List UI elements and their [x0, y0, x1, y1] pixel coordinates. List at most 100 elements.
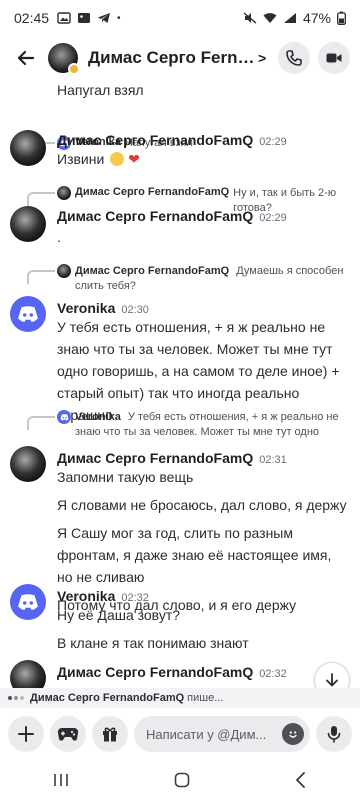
activities-button[interactable]	[50, 716, 86, 752]
message-avatar[interactable]	[10, 660, 46, 688]
message-author[interactable]: Димас Серго FernandoFamQ	[57, 132, 253, 148]
telegram-icon	[98, 13, 111, 23]
message-line: Извини	[57, 151, 105, 167]
status-right: 47%	[243, 10, 346, 26]
home-icon[interactable]	[173, 771, 191, 789]
reply-reference[interactable]: Димас Серго FernandoFamQ Думаешь я спосо…	[27, 264, 349, 294]
gift-button[interactable]	[92, 716, 128, 752]
channel-header: Димас Серго FernandoFamQ >	[0, 36, 360, 80]
status-time: 02:45	[14, 10, 50, 26]
message-avatar[interactable]	[10, 446, 46, 482]
message-timestamp: 02:30	[121, 304, 149, 316]
message-timestamp: 02:29	[259, 136, 287, 148]
message-author[interactable]: Димас Серго FernandoFamQ	[57, 664, 253, 680]
message-line: Я Сашу мог за год, слить по разным фронт…	[57, 525, 332, 585]
microphone-icon	[327, 726, 341, 743]
idle-status-icon	[68, 63, 80, 75]
message-header: Veronika 02:30	[57, 300, 149, 316]
chevron-right-icon[interactable]: >	[258, 50, 266, 66]
heart-emoji-icon: ❤	[128, 151, 140, 167]
message-line: У тебя есть отношения, + я ж реально не …	[57, 319, 340, 423]
header-title[interactable]: Димас Серго FernandoFamQ	[88, 48, 256, 68]
message-content[interactable]: .	[57, 226, 349, 248]
reply-author: Veronika	[75, 411, 121, 423]
reply-text-wrap: Димас Серго FernandoFamQ Думаешь я спосо…	[75, 264, 349, 294]
add-attachment-button[interactable]	[8, 716, 44, 752]
message-header: Димас Серго FernandoFamQ 02:29	[57, 208, 287, 224]
message-line: Я словами не бросаюсь, дал слово, я держ…	[57, 497, 347, 513]
message-line: .	[57, 229, 61, 245]
dot-icon: •	[117, 12, 121, 24]
image-notification-icon	[78, 13, 91, 23]
mute-icon	[243, 12, 257, 24]
typing-indicator: Димас Серго FernandoFamQ пише...	[0, 688, 360, 708]
message-content[interactable]: Ну её Даша зовут? В клане я так понимаю …	[57, 604, 349, 654]
message-author[interactable]: Veronika	[57, 588, 115, 604]
discord-logo-icon	[18, 593, 38, 610]
phone-icon	[286, 50, 302, 66]
gamepad-icon	[57, 727, 79, 741]
smile-icon	[289, 731, 297, 738]
message-author[interactable]: Veronika	[57, 300, 115, 316]
typing-suffix: пише...	[187, 692, 224, 704]
message-composer: Написати у @Дим...	[0, 712, 360, 756]
reply-text-wrap: Veronika У тебя есть отношения, + я ж ре…	[75, 410, 349, 440]
battery-level: 47%	[302, 10, 331, 26]
back-button[interactable]	[10, 42, 42, 74]
message-avatar[interactable]	[10, 206, 46, 242]
arrow-down-icon	[326, 673, 338, 687]
battery-icon	[337, 11, 346, 25]
message-timestamp: 02:32	[121, 592, 149, 604]
reply-avatar	[57, 264, 71, 278]
status-bar: 02:45 • 47%	[0, 0, 360, 36]
message-input[interactable]: Написати у @Дим...	[134, 716, 310, 752]
gallery-icon	[57, 12, 71, 24]
message-list[interactable]: Напугал взял Veronika Напугал взял Димас…	[0, 80, 360, 688]
recent-apps-icon[interactable]	[52, 772, 70, 788]
message-avatar[interactable]	[10, 296, 46, 332]
gift-icon	[103, 727, 117, 742]
message-input-placeholder: Написати у @Дим...	[146, 726, 267, 742]
message-header: Димас Серго FernandoFamQ 02:32	[57, 664, 287, 680]
typing-dots-icon	[8, 696, 24, 700]
video-call-button[interactable]	[318, 42, 350, 74]
message-line: Ну её Даша зовут?	[57, 607, 181, 623]
voice-call-button[interactable]	[278, 42, 310, 74]
message-line: Запомни такую вещь	[57, 469, 194, 485]
back-nav-icon[interactable]	[294, 771, 308, 789]
arrow-left-icon	[17, 50, 35, 66]
message-header: Димас Серго FernandoFamQ 02:31	[57, 450, 287, 466]
message-header: Veronika 02:32	[57, 588, 149, 604]
message-line: В клане я так понимаю знают	[57, 635, 249, 651]
reply-connector	[27, 416, 55, 430]
reply-connector	[27, 192, 55, 206]
message-avatar[interactable]	[10, 130, 46, 166]
reply-avatar	[57, 410, 71, 424]
message-author[interactable]: Димас Серго FernandoFamQ	[57, 208, 253, 224]
typing-user: Димас Серго FernandoFamQ	[30, 692, 185, 704]
message-header: Димас Серго FernandoFamQ 02:29	[57, 132, 287, 148]
system-navigation-bar	[0, 760, 360, 800]
discord-logo-icon	[59, 413, 69, 421]
reply-avatar	[57, 186, 71, 200]
status-notification-icons: •	[57, 12, 121, 24]
message-avatar[interactable]	[10, 584, 46, 620]
signal-icon	[283, 13, 296, 23]
message-timestamp: 02:29	[259, 212, 287, 224]
plus-icon	[18, 726, 34, 742]
reply-connector	[27, 270, 55, 284]
reply-reference[interactable]: Veronika У тебя есть отношения, + я ж ре…	[27, 410, 349, 440]
video-camera-icon	[326, 53, 342, 63]
emoji-picker-button[interactable]	[282, 723, 304, 745]
wifi-icon	[263, 13, 277, 23]
previous-message-tail: Напугал взял	[57, 82, 144, 98]
reply-author: Димас Серго FernandoFamQ	[75, 265, 230, 277]
header-actions	[278, 42, 350, 74]
header-avatar[interactable]	[48, 43, 80, 75]
reply-author: Димас Серго FernandoFamQ	[75, 186, 230, 198]
message-author[interactable]: Димас Серго FernandoFamQ	[57, 450, 253, 466]
sad-face-emoji-icon	[110, 152, 125, 166]
message-timestamp: 02:32	[259, 668, 287, 680]
message-content[interactable]: Извини ❤	[57, 148, 349, 170]
voice-message-button[interactable]	[316, 716, 352, 752]
